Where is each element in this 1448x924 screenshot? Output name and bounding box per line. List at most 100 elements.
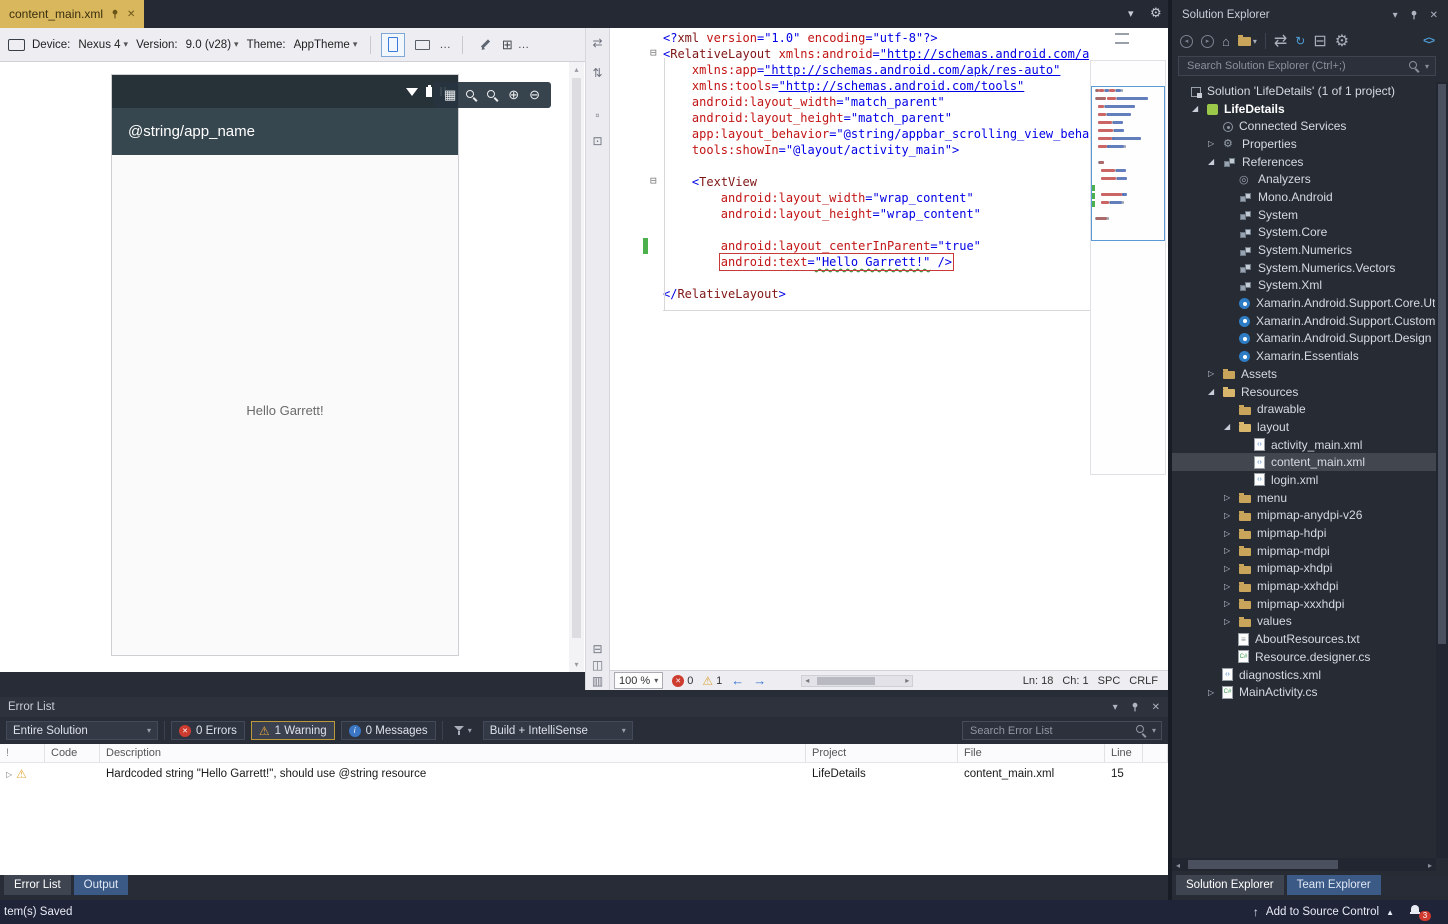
tree-item-mainactivity-cs[interactable]: ▷MainActivity.cs [1172, 683, 1436, 701]
tree-item-mipmap-xxxhdpi[interactable]: ▷mipmap-xxxhdpi [1172, 595, 1436, 613]
expand-arrow-icon[interactable]: ▷ [1224, 529, 1237, 538]
new-folder-button[interactable]: ▾ [1238, 37, 1257, 46]
severity-column-header[interactable]: ! [0, 744, 45, 762]
code-line[interactable] [610, 222, 1090, 238]
chevron-down-icon[interactable]: ▾ [1128, 7, 1134, 20]
expand-arrow-icon[interactable]: ▷ [1224, 617, 1237, 626]
search-input[interactable] [968, 724, 1131, 738]
fold-toggle-icon[interactable]: ⊟ [650, 176, 661, 187]
scroll-left-icon[interactable]: ◂ [1176, 861, 1180, 870]
more-options-icon[interactable]: … [518, 39, 531, 51]
code-line[interactable]: android:layout_width="match_parent" [610, 94, 1090, 110]
tree-item-aboutresources-txt[interactable]: AboutResources.txt [1172, 630, 1436, 648]
edit-theme-button[interactable] [473, 33, 497, 57]
scrollbar-thumb[interactable] [1438, 84, 1446, 644]
tree-item-xamarin-essentials[interactable]: Xamarin.Essentials [1172, 347, 1436, 365]
close-icon[interactable]: ✕ [127, 9, 135, 20]
expand-arrow-icon[interactable]: ▷ [1208, 369, 1221, 378]
code-line[interactable]: android:layout_centerInParent="true" [610, 238, 1090, 254]
tree-item-assets[interactable]: ▷Assets [1172, 365, 1436, 383]
grid-icon[interactable]: ⊞ [502, 37, 513, 53]
window-position-icon[interactable]: ▾ [1393, 10, 1398, 21]
collapse-arrow-icon[interactable]: ◢ [1208, 157, 1221, 166]
tree-item-analyzers[interactable]: Analyzers [1172, 170, 1436, 188]
close-icon[interactable]: ✕ [1152, 702, 1160, 713]
expand-arrow-icon[interactable]: ▷ [1224, 599, 1237, 608]
tree-item-resource-designer-cs[interactable]: Resource.designer.cs [1172, 648, 1436, 666]
tree-item-resources[interactable]: ◢Resources [1172, 383, 1436, 401]
code-line[interactable]: </RelativeLayout> [610, 286, 1090, 302]
scrollbar-thumb[interactable] [817, 677, 875, 685]
collapse-arrow-icon[interactable]: ◢ [1224, 422, 1237, 431]
tree-item-system[interactable]: System [1172, 206, 1436, 224]
search-icon[interactable] [1409, 61, 1420, 72]
split-grid-icon[interactable]: ▥ [586, 674, 609, 688]
tree-item-connected-services[interactable]: Connected Services [1172, 117, 1436, 135]
tab-team-explorer[interactable]: Team Explorer [1287, 875, 1381, 895]
tree-item-xamarin-android-support-design[interactable]: Xamarin.Android.Support.Design [1172, 330, 1436, 348]
solution-explorer-titlebar[interactable]: Solution Explorer ▾ ✕ [1172, 6, 1448, 24]
pin-icon[interactable] [110, 9, 120, 19]
collapse-arrow-icon[interactable]: ◢ [1192, 104, 1205, 113]
scroll-right-icon[interactable]: ▸ [905, 676, 909, 685]
source-only-icon[interactable]: ⊡ [586, 134, 609, 148]
tree-item-system-xml[interactable]: System.Xml [1172, 277, 1436, 295]
zoom-out-icon[interactable]: ⊖ [529, 87, 540, 103]
scrollbar-thumb[interactable] [1188, 860, 1338, 869]
editor-horizontal-scrollbar[interactable]: ◂ ▸ [801, 675, 913, 687]
code-line[interactable]: ⊟ <TextView [610, 174, 1090, 190]
expand-arrow-icon[interactable]: ▷ [1224, 546, 1237, 555]
navigate-back-icon[interactable]: ◂ [1180, 35, 1193, 48]
scroll-right-icon[interactable]: ▸ [1428, 861, 1432, 870]
properties-icon[interactable]: ⚙ [1335, 31, 1349, 51]
zoom-in-icon[interactable]: ⊕ [508, 87, 519, 103]
tree-item-properties[interactable]: ▷Properties [1172, 135, 1436, 153]
navigate-back-icon[interactable]: ← [731, 673, 744, 688]
tab-error-list[interactable]: Error List [4, 875, 71, 895]
xml-editor[interactable]: <?xml version="1.0" encoding="utf-8"?>⊟<… [610, 28, 1168, 670]
tab-solution-explorer[interactable]: Solution Explorer [1176, 875, 1284, 895]
file-column-header[interactable]: File [958, 744, 1105, 762]
solution-explorer-search[interactable]: ▾ [1178, 56, 1436, 76]
gear-icon[interactable]: ⚙ [1150, 5, 1162, 21]
tree-item-mipmap-xxhdpi[interactable]: ▷mipmap-xxhdpi [1172, 577, 1436, 595]
add-to-source-control[interactable]: ↑ Add to Source Control ▲ [1253, 905, 1394, 919]
view-code-icon[interactable]: <> [1423, 35, 1434, 47]
tab-output[interactable]: Output [74, 875, 129, 895]
device-screen[interactable]: Hello Garrett! [112, 155, 458, 655]
cell-description[interactable]: Hardcoded string "Hello Garrett!", shoul… [100, 768, 806, 780]
warnings-filter-button[interactable]: ⚠1 Warning [251, 721, 335, 740]
tree-item-mono-android[interactable]: Mono.Android [1172, 188, 1436, 206]
refresh-icon[interactable]: ↻ [1295, 34, 1305, 48]
document-errors-indicator[interactable]: ✕0 [672, 675, 693, 687]
expand-arrow-icon[interactable]: ▷ [1224, 493, 1237, 502]
collapse-arrow-icon[interactable]: ◢ [1208, 387, 1221, 396]
theme-selector[interactable]: AppTheme [291, 37, 361, 53]
solution-explorer-horizontal-scrollbar[interactable]: ◂ ▸ [1172, 858, 1436, 871]
version-selector[interactable]: 9.0 (v28) [183, 37, 242, 53]
tree-item-drawable[interactable]: drawable [1172, 400, 1436, 418]
expand-arrow-icon[interactable]: ▷ [1208, 688, 1221, 697]
swap-vertical-icon[interactable]: ⇅ [586, 66, 609, 80]
tree-item-activity-main-xml[interactable]: activity_main.xml [1172, 436, 1436, 454]
swap-horizontal-icon[interactable]: ⇄ [586, 36, 609, 50]
scrollbar-thumb[interactable] [572, 78, 581, 638]
tree-item-menu[interactable]: ▷menu [1172, 489, 1436, 507]
expand-arrow-icon[interactable]: ▷ [1224, 511, 1237, 520]
tree-item-lifedetails[interactable]: ◢LifeDetails [1172, 100, 1436, 118]
code-line[interactable]: ⊟<RelativeLayout xmlns:android="http://s… [610, 46, 1090, 62]
pin-icon[interactable] [1130, 702, 1140, 712]
chevron-down-icon[interactable]: ▾ [1152, 726, 1156, 735]
code-line[interactable]: android:text="Hello Garrett!" /> [610, 254, 1090, 270]
zoom-region-icon[interactable] [466, 90, 477, 101]
more-options-icon[interactable]: … [439, 39, 452, 51]
tree-item-xamarin-android-support-core-ut[interactable]: Xamarin.Android.Support.Core.Ut [1172, 294, 1436, 312]
pin-icon[interactable] [1409, 10, 1419, 20]
tree-item-mipmap-mdpi[interactable]: ▷mipmap-mdpi [1172, 542, 1436, 560]
scroll-up-icon[interactable]: ▴ [569, 65, 584, 74]
designer-only-icon[interactable]: ▫ [586, 108, 609, 122]
code-line[interactable] [610, 158, 1090, 174]
tree-item-system-numerics-vectors[interactable]: System.Numerics.Vectors [1172, 259, 1436, 277]
fit-page-icon[interactable]: ▦ [444, 87, 456, 103]
code-line[interactable]: android:layout_width="wrap_content" [610, 190, 1090, 206]
